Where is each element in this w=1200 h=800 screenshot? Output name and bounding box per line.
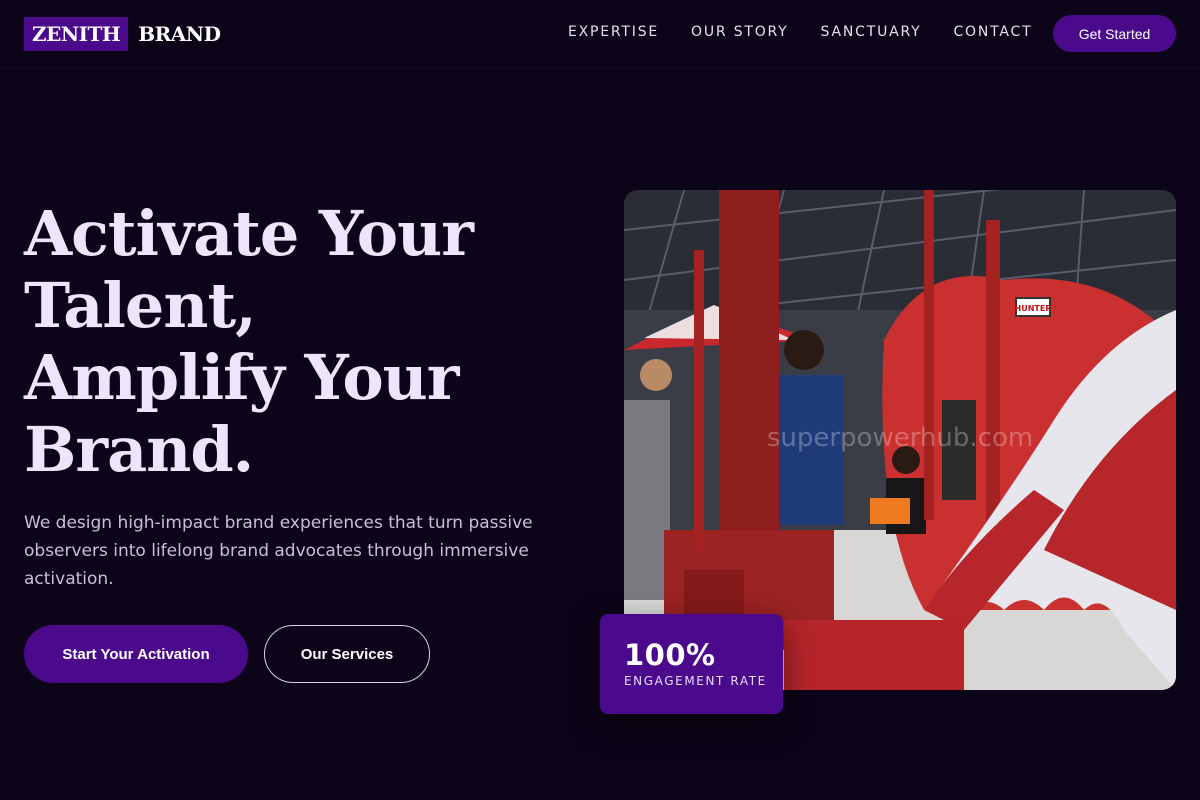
brand-logo[interactable]: ZENITH BRAND [24, 17, 221, 51]
stat-value: 100% [624, 638, 716, 672]
watermark-text: superpowerhub.com [767, 423, 1033, 453]
hero-title: Activate Your Talent, Amplify Your Brand… [24, 198, 544, 486]
sign-text: HUNTER [1015, 304, 1052, 313]
hero-title-line: Amplify Your [24, 341, 459, 414]
nav-link-expertise[interactable]: EXPERTISE [568, 24, 659, 40]
start-activation-button[interactable]: Start Your Activation [24, 625, 248, 683]
nav-link-sanctuary[interactable]: SANCTUARY [821, 24, 922, 40]
logo-text: BRAND [138, 22, 221, 46]
hero-title-line: Brand. [24, 413, 254, 486]
engagement-stat-card: 100% ENGAGEMENT RATE [600, 614, 783, 714]
stat-label: ENGAGEMENT RATE [624, 674, 767, 688]
our-services-button[interactable]: Our Services [264, 625, 430, 683]
hero-subtitle: We design high-impact brand experiences … [24, 513, 533, 589]
hero-title-line: Talent, [24, 269, 257, 342]
nav-link-our-story[interactable]: OUR STORY [691, 24, 789, 40]
logo-highlight: ZENITH [24, 17, 129, 51]
site-header: ZENITH BRAND EXPERTISE OUR STORY SANCTUA… [0, 0, 1200, 68]
main-nav: EXPERTISE OUR STORY SANCTUARY CONTACT [568, 24, 1064, 40]
hero-title-line: Activate Your [24, 197, 474, 270]
get-started-button[interactable]: Get Started [1053, 15, 1176, 52]
nav-link-contact[interactable]: CONTACT [953, 24, 1032, 40]
